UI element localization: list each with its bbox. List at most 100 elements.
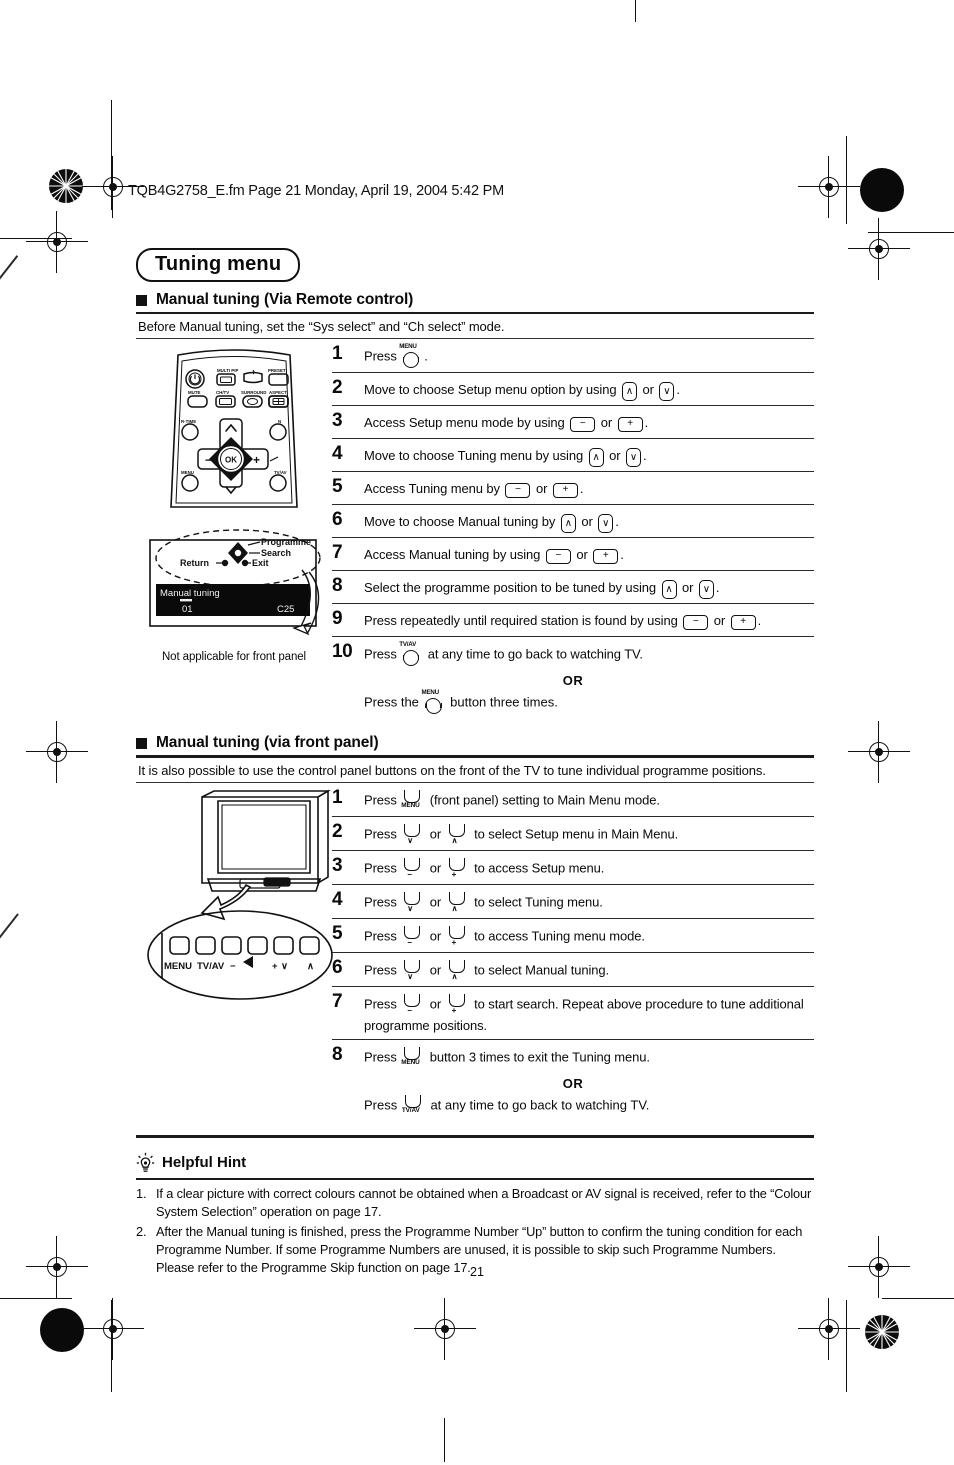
step-instruction: Access Manual tuning by using − or +. [364, 543, 624, 565]
svg-text:MENU: MENU [181, 470, 194, 475]
lightbulb-icon [136, 1152, 155, 1172]
remote-steps-list: 1 Press MENU. 2 Move to choose Setup menu o… [332, 339, 814, 716]
step-row: 2 Press ∨ or ∧ to select Setup menu in Ma… [332, 815, 814, 850]
trim-line-bottom-left-vertical [111, 1300, 113, 1392]
step-number: 8 [332, 1044, 343, 1066]
step-text: or [426, 894, 445, 910]
panel-key-up-icon: ∧ [447, 959, 469, 982]
step-text: Press the [364, 694, 423, 710]
svg-text:CH/TV: CH/TV [216, 390, 229, 395]
svg-text:−: − [205, 453, 212, 467]
svg-text:MUTE: MUTE [188, 390, 201, 395]
step-text: to select Manual tuning. [470, 962, 610, 978]
registration-crosshair-right-middle [848, 721, 910, 783]
remote-key-down-icon: ∨ [659, 381, 675, 401]
key-label: ∨ [407, 835, 414, 845]
remote-key-menu-icon: MENU [399, 344, 422, 369]
osd-label-return: Return [180, 558, 209, 568]
step-text: or [426, 996, 445, 1012]
step-row: 10 Press TV/AV at any time to go back to … [332, 636, 814, 670]
step-instruction: Press − or + to start search. Repeat abo… [364, 992, 814, 1036]
step-number: 3 [332, 854, 343, 876]
step-instruction: Access Tuning menu by − or +. [364, 477, 583, 499]
registration-crosshair-right-upper-marks [848, 218, 910, 280]
registration-crosshair-left-upper [26, 211, 88, 273]
step-instruction: Press ∨ or ∧ to select Setup menu in Mai… [364, 822, 678, 846]
step-number: 1 [332, 343, 343, 365]
step-text: . [644, 415, 649, 431]
registration-crosshair-top-left [82, 156, 144, 218]
front-panel-figure-column: MENU TV/AV − + ∨ ∧ [136, 783, 333, 1012]
step-text: or [532, 481, 551, 497]
section-heading-front-panel: Manual tuning (via front panel) [136, 734, 814, 752]
step-text: or [678, 580, 697, 596]
remote-key-minus-icon: − [570, 416, 596, 432]
trim-line-right-horizontal [868, 232, 954, 234]
divider-under-helpful-hint-heading [136, 1177, 814, 1181]
step-text: Move to choose Manual tuning by [364, 514, 559, 530]
key-label: − [407, 937, 412, 947]
step-text: Access Tuning menu by [364, 481, 504, 497]
registration-crosshair-bottom-center [414, 1298, 476, 1360]
step-instruction: Press TV/AV at any time to go back to wa… [364, 641, 643, 667]
step-text: . [615, 514, 619, 530]
step-text: Press [364, 826, 401, 842]
key-label: − [407, 1005, 412, 1015]
step-text: Press repeatedly until required station … [364, 613, 682, 629]
step-row: 5 Press − or + to access Tuning menu mode… [332, 917, 814, 952]
tv-front-panel-illustration: MENU TV/AV − + ∨ ∧ [142, 787, 333, 1012]
step-instruction: Press MENU. [364, 344, 428, 369]
key-label: MENU [401, 1059, 420, 1067]
step-text: Press [364, 894, 401, 910]
section-heading-remote: Manual tuning (Via Remote control) [136, 291, 814, 309]
step-instruction: Press MENU button 3 times to exit the Tu… [364, 1045, 650, 1069]
step-text: Press [364, 860, 401, 876]
hint-item-text: If a clear picture with correct colours … [156, 1186, 812, 1220]
trim-line-bottom-right-vertical [846, 1300, 848, 1392]
key-label: + [451, 1005, 457, 1015]
step-row: 4 Move to choose Tuning menu by using ∧ o… [332, 438, 814, 471]
page-content: Tuning menu Manual tuning (Via Remote co… [136, 248, 814, 1278]
step-text: Access Setup menu mode by using [364, 415, 569, 431]
panel-key-plus-icon: + [447, 993, 469, 1016]
key-label: TV/AV [399, 641, 417, 649]
step-text: or [426, 826, 445, 842]
osd-svg: Programme Search Return Exit Manual tuni… [149, 529, 321, 636]
osd-illustration: Programme Search Return Exit Manual tuni… [142, 522, 332, 649]
remote-figure-column: MULTI PIP PRESET MUTE CH/TV SURROUND ASP… [136, 339, 332, 663]
page-number: 21 [470, 1265, 484, 1279]
key-label: ∨ [407, 903, 414, 913]
svg-text:+: + [253, 453, 260, 467]
panel-key-plus-icon: + [447, 857, 469, 880]
step-row: 7 Press − or + to start search. Repeat ab… [332, 985, 814, 1040]
step-row: 3 Press − or + to access Setup menu. [332, 849, 814, 884]
step-number: 1 [332, 786, 343, 808]
svg-text:PRESET: PRESET [268, 368, 286, 373]
panel-key-menu-icon: MENU [401, 1047, 424, 1069]
key-label: ∨ [407, 971, 414, 981]
remote-key-tv-av-icon: TV/AV [399, 641, 422, 667]
step-instruction: Press ∨ or ∧ to select Tuning menu. [364, 890, 603, 914]
panel-label-menu: MENU [164, 961, 192, 972]
key-cap [402, 650, 420, 667]
step-row: 3 Access Setup menu mode by using − or +. [332, 405, 814, 438]
step-number: 10 [332, 641, 353, 663]
panel-key-tv-av-icon: TV/AV [402, 1095, 425, 1117]
step-number: 8 [332, 575, 343, 597]
panel-key-up-icon: ∧ [447, 823, 469, 846]
key-cap [402, 352, 420, 369]
registration-crosshair-left-middle [26, 721, 88, 783]
remote-control-illustration: MULTI PIP PRESET MUTE CH/TV SURROUND ASP… [158, 343, 332, 518]
step-row: 2 Move to choose Setup menu option by usi… [332, 372, 814, 405]
trim-line-top-center [635, 0, 637, 22]
step-row: 8 Press MENU button 3 times to exit the T… [332, 1039, 814, 1073]
step-instruction: Access Setup menu mode by using − or +. [364, 411, 648, 433]
divider-above-helpful-hint [136, 1135, 814, 1138]
svg-text:SURROUND: SURROUND [241, 390, 266, 395]
osd-label-search: Search [261, 548, 291, 558]
step-instruction: Press − or + to access Setup menu. [364, 856, 604, 880]
step-number: 4 [332, 443, 343, 465]
remote-key-up-icon: ∧ [661, 579, 677, 599]
step-text: . [757, 613, 762, 629]
svg-text:N: N [278, 419, 281, 424]
